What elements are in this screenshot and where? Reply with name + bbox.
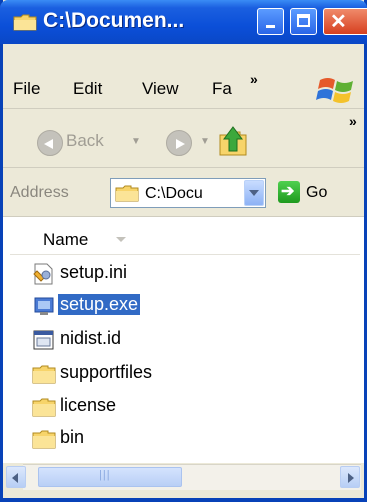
address-dropdown-button[interactable] bbox=[244, 180, 264, 206]
folder-icon bbox=[13, 14, 37, 31]
menu-file[interactable]: File bbox=[13, 79, 40, 99]
list-item-label: nidist.id bbox=[60, 328, 122, 348]
up-folder-icon[interactable] bbox=[216, 121, 250, 159]
minimize-button[interactable] bbox=[257, 8, 284, 35]
menu-edit[interactable]: Edit bbox=[73, 79, 102, 99]
back-arrow-icon bbox=[37, 130, 63, 156]
address-label: Address bbox=[10, 184, 69, 201]
go-button[interactable]: Go bbox=[306, 184, 327, 202]
ini-file-icon bbox=[33, 263, 53, 285]
scrollbar-thumb[interactable] bbox=[38, 467, 182, 487]
list-item-label: bin bbox=[60, 427, 85, 447]
forward-button[interactable] bbox=[166, 130, 192, 156]
windows-logo-icon bbox=[316, 78, 353, 103]
forward-dropdown-icon[interactable]: ▼ bbox=[200, 136, 210, 147]
close-button[interactable]: ✕ bbox=[323, 8, 367, 35]
address-input[interactable]: C:\Docu bbox=[110, 178, 266, 208]
horizontal-scrollbar[interactable] bbox=[6, 464, 361, 490]
column-header-name[interactable]: Name bbox=[43, 230, 88, 250]
sort-arrow-icon bbox=[116, 237, 126, 242]
back-label: Back bbox=[66, 131, 104, 150]
maximize-button[interactable] bbox=[290, 8, 317, 35]
minimize-icon bbox=[266, 25, 275, 28]
folder-icon bbox=[32, 430, 56, 449]
folder-icon bbox=[115, 185, 139, 202]
exe-file-icon bbox=[34, 297, 54, 315]
folder-icon bbox=[32, 365, 56, 384]
maximize-icon bbox=[297, 14, 310, 27]
go-arrow-icon[interactable] bbox=[278, 181, 300, 203]
scroll-left-button[interactable] bbox=[6, 466, 26, 488]
menu-overflow-chevron[interactable]: » bbox=[250, 71, 258, 87]
list-item-label: setup.ini bbox=[60, 262, 128, 282]
folder-icon bbox=[32, 398, 56, 417]
toolbar-overflow-chevron[interactable]: » bbox=[349, 113, 357, 129]
header-divider bbox=[10, 254, 360, 255]
title-bar[interactable]: C:\Documen... ✕ bbox=[0, 0, 367, 44]
close-icon: ✕ bbox=[330, 11, 347, 33]
scroll-right-button[interactable] bbox=[340, 466, 360, 488]
back-dropdown-icon[interactable]: ▼ bbox=[131, 136, 141, 147]
menu-view[interactable]: View bbox=[142, 79, 179, 99]
window-title: C:\Documen... bbox=[43, 9, 185, 32]
id-file-icon bbox=[33, 330, 54, 350]
address-value: C:\Docu bbox=[145, 185, 203, 202]
list-item-label: supportfiles bbox=[60, 362, 153, 382]
menu-favorites[interactable]: Fa bbox=[212, 79, 232, 99]
chevron-left-icon bbox=[12, 473, 18, 483]
menu-bar bbox=[3, 68, 364, 109]
list-item-label: license bbox=[60, 395, 117, 415]
list-item-label: setup.exe bbox=[58, 294, 141, 315]
chevron-right-icon bbox=[348, 473, 354, 483]
